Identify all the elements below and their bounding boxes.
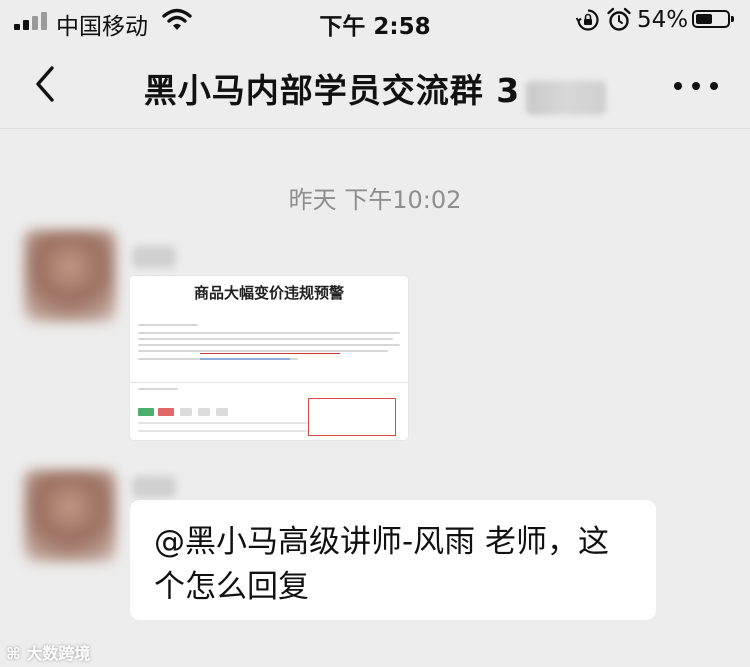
more-options-icon[interactable]: [672, 76, 720, 96]
chat-header: 黑小马内部学员交流群 3: [0, 40, 750, 128]
sender-name-redacted: [132, 246, 176, 268]
watermark-text: 大数跨境: [26, 644, 91, 663]
highlighted-column: [308, 398, 396, 436]
watermark: ⌘ 大数跨境: [6, 640, 90, 664]
message-text: @黑小马高级讲师-风雨 老师，这个怎么回复: [154, 524, 610, 605]
watermark-logo-icon: ⌘: [6, 644, 27, 663]
image-message[interactable]: 商品大幅变价违规预警: [130, 276, 408, 440]
text-message-bubble[interactable]: @黑小马高级讲师-风雨 老师，这个怎么回复: [130, 500, 656, 620]
battery-icon: [692, 10, 734, 28]
battery-percent: 54%: [637, 7, 689, 33]
sender-avatar[interactable]: [24, 470, 116, 562]
rotation-lock-icon: [576, 9, 599, 31]
sender-name-redacted: [132, 476, 176, 498]
header-divider: [0, 128, 750, 129]
preview-title: 商品大幅变价违规预警: [193, 284, 344, 302]
redacted-title-part: [526, 80, 607, 115]
chat-title: 黑小马内部学员交流群 3: [143, 71, 521, 110]
status-bar: 中国移动 下午 2:58 54%: [0, 0, 750, 40]
alarm-icon: [607, 7, 631, 31]
message-timestamp: 昨天 下午10:02: [288, 186, 462, 214]
chat-title-wrap: 黑小马内部学员交流群 3: [0, 64, 750, 115]
sender-avatar[interactable]: [24, 230, 116, 322]
